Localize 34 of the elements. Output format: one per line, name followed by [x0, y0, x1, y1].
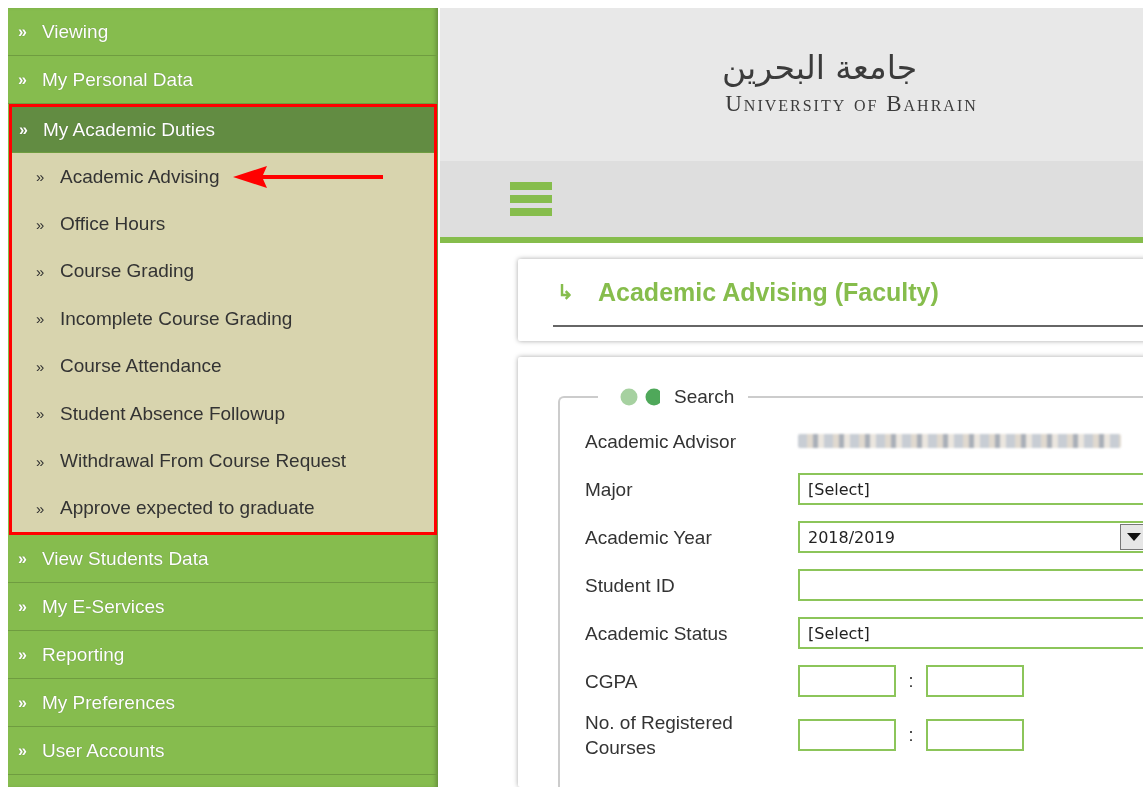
input-field[interactable]	[926, 719, 1024, 751]
dropdown-field[interactable]: 2018/2019	[798, 521, 1143, 553]
caret-icon	[1127, 533, 1141, 541]
field-label: Academic Status	[585, 621, 729, 646]
university-name: University of Bahrain	[725, 91, 978, 117]
submenu-item[interactable]: » Withdrawal From Course Request	[12, 450, 347, 473]
submenu-item[interactable]: » Academic Advising	[12, 165, 220, 188]
select-field[interactable]: [Select]	[798, 617, 1143, 649]
dots-icon	[620, 388, 660, 406]
fieldset-legend: Search	[674, 386, 735, 408]
submenu-item[interactable]: » Incomplete Course Grading	[12, 307, 293, 330]
field-label: Academic Advisor	[585, 429, 737, 454]
field-label: Major	[585, 477, 634, 502]
field-label: No. of Registered Courses	[585, 711, 734, 760]
university-name-arabic: جامعة البحرين	[721, 48, 918, 87]
menu-icon[interactable]	[510, 182, 552, 217]
select-field[interactable]: [Select]	[798, 473, 1143, 505]
input-field[interactable]	[798, 665, 896, 697]
submenu-item[interactable]: » Approve expected to graduate	[12, 497, 315, 520]
field-label: CGPA	[585, 669, 639, 694]
input-field[interactable]	[926, 665, 1024, 697]
submenu-item[interactable]: » Office Hours	[12, 213, 166, 236]
submenu-item[interactable]: » Student Absence Followup	[12, 402, 285, 425]
input-field[interactable]	[798, 569, 1143, 601]
menu-item[interactable]: » My Academic Duties	[12, 107, 434, 153]
range-separator: :	[907, 724, 915, 746]
range-separator: :	[907, 670, 915, 692]
input-field[interactable]	[798, 719, 896, 751]
field-label: Student ID	[585, 573, 676, 598]
submenu-item[interactable]: » Course Grading	[12, 260, 195, 283]
return-arrow-icon: ↳	[557, 280, 574, 304]
field-label: Academic Year	[585, 525, 713, 550]
submenu-item[interactable]: » Course Attendance	[12, 355, 222, 378]
page-title: Academic Advising (Faculty)	[598, 277, 939, 307]
